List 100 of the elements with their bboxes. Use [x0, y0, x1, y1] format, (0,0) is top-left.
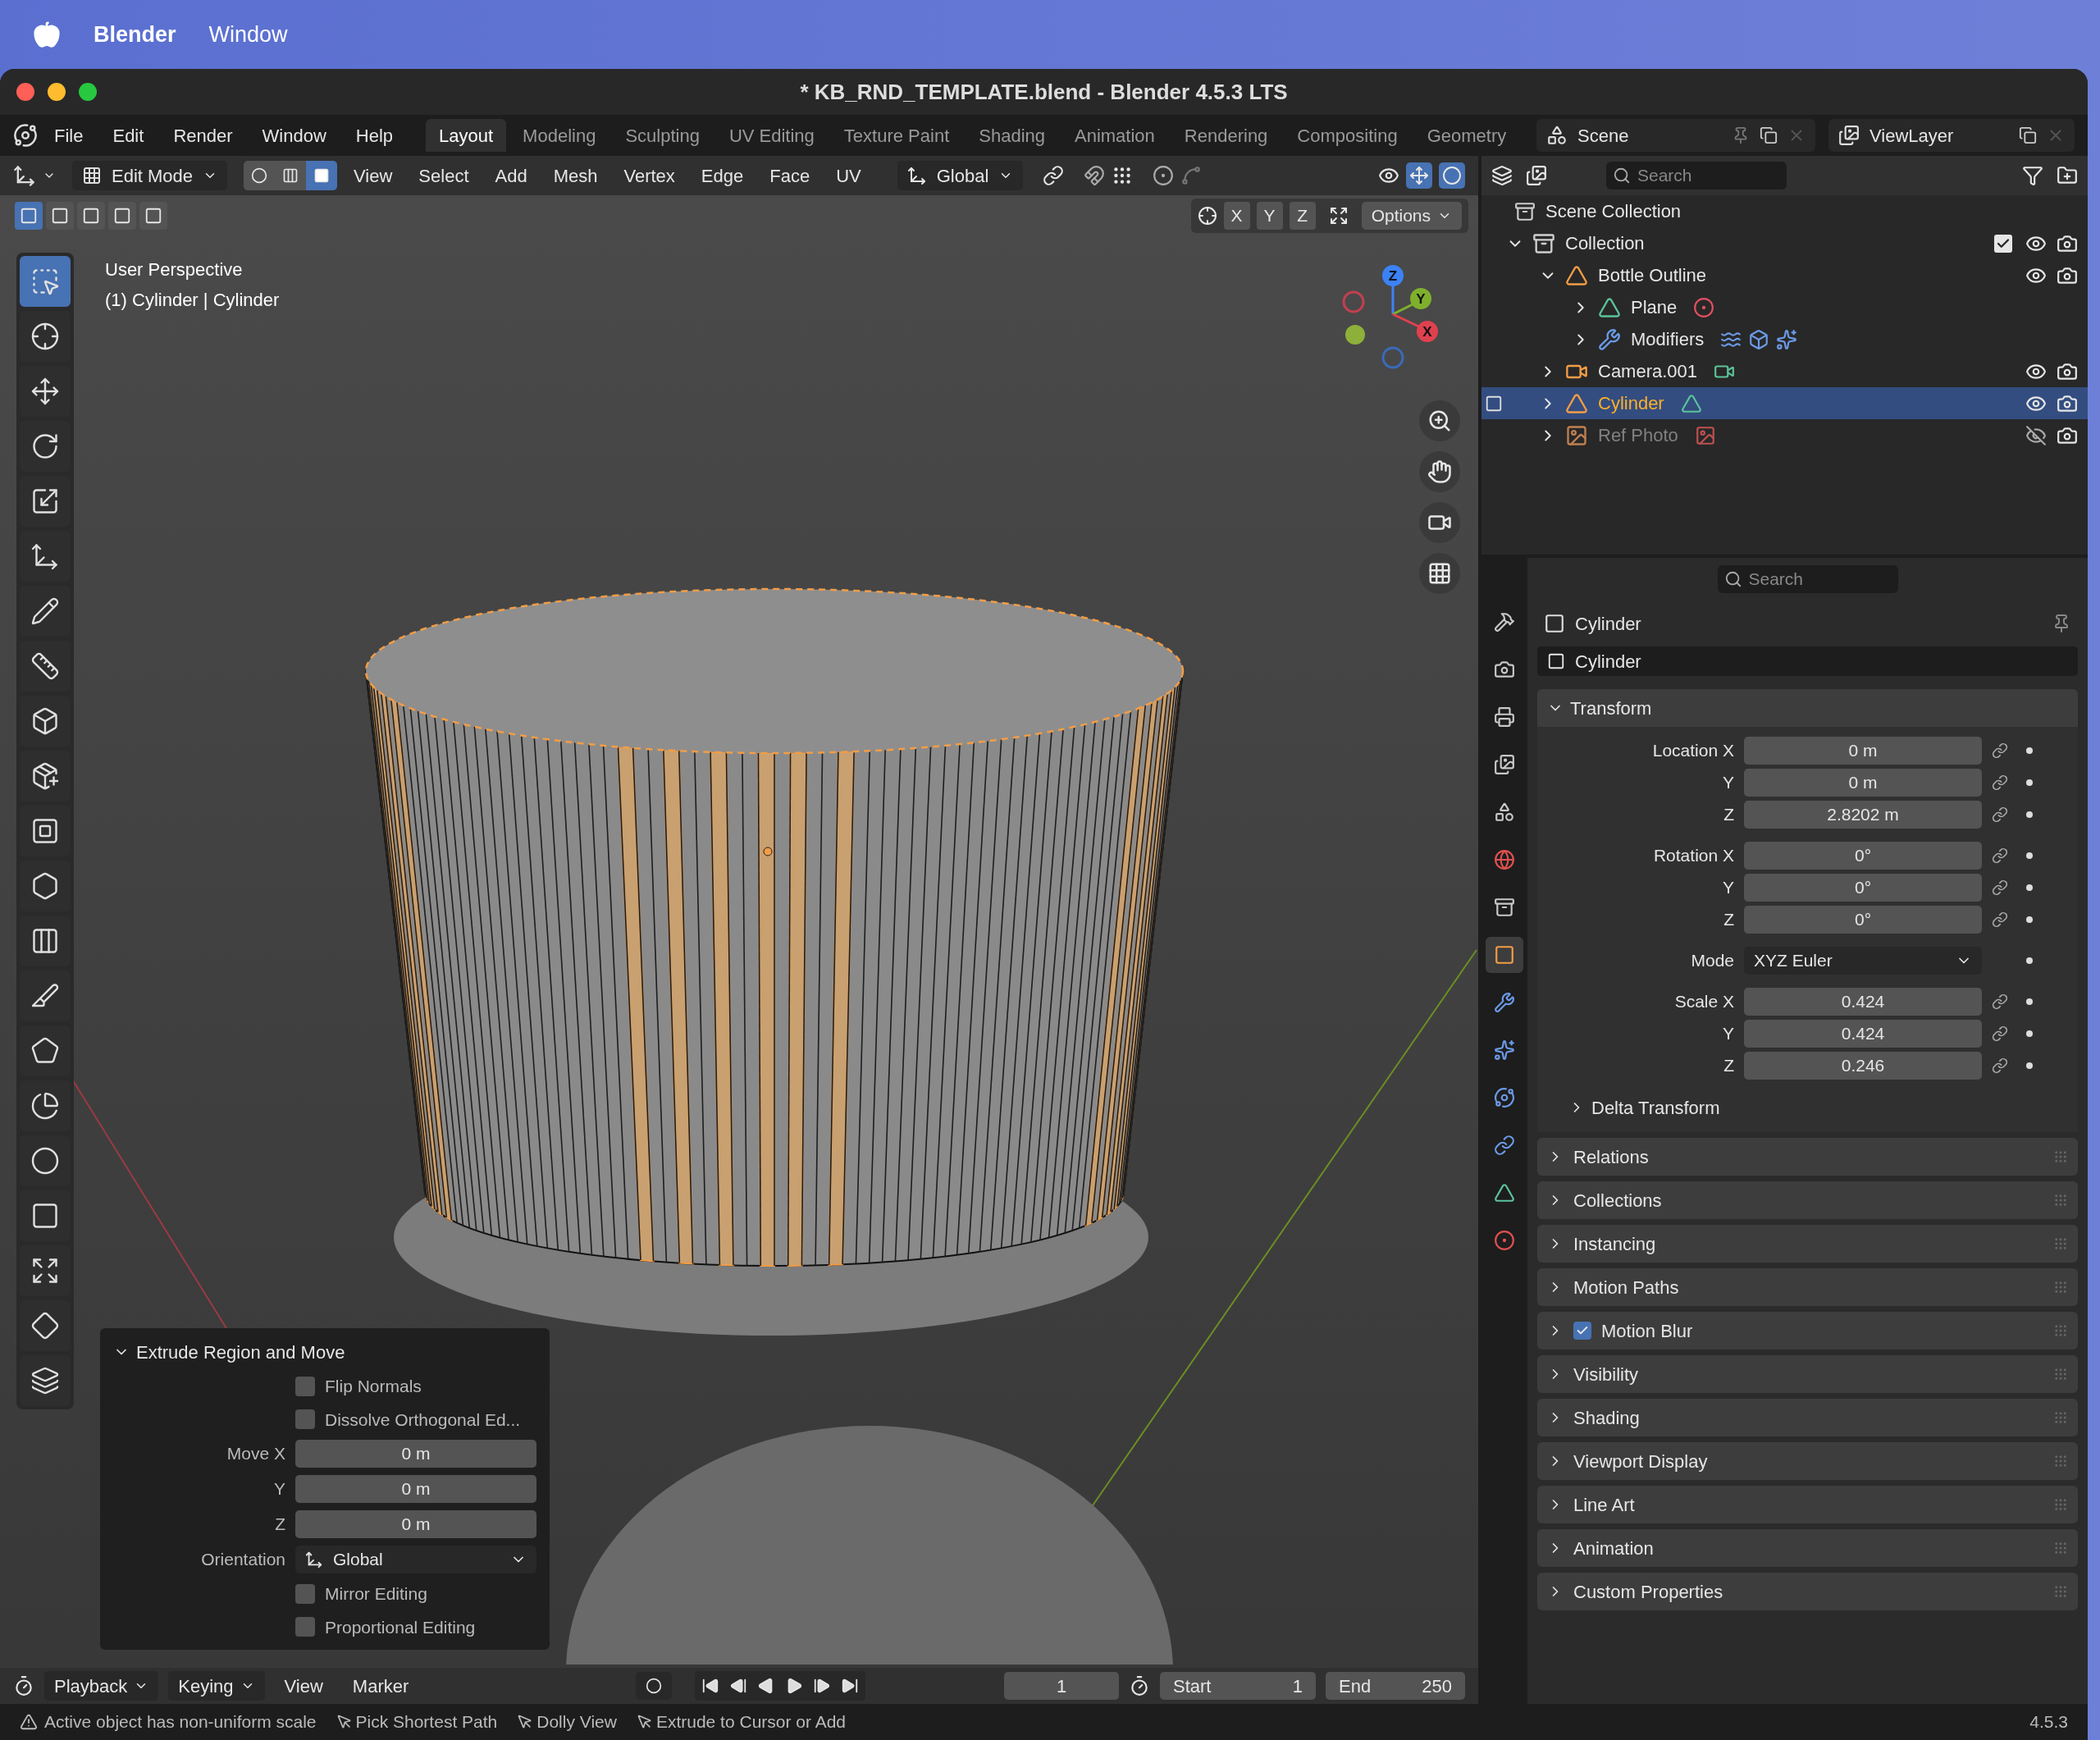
menu-item[interactable]: Edit: [99, 121, 158, 149]
start-frame-field[interactable]: Start 1: [1160, 1672, 1316, 1700]
panel-header[interactable]: Transform: [1537, 689, 2078, 727]
number-field[interactable]: 0 m: [295, 1475, 536, 1503]
field-label: Rotation X: [1653, 845, 1734, 867]
outliner-label: Modifiers: [1631, 328, 1705, 351]
current-frame-field[interactable]: 1: [1004, 1672, 1119, 1700]
menu-item[interactable]: Window: [249, 121, 340, 149]
window-title: * KB_RND_TEMPLATE.blend - Blender 4.5.3 LTS: [800, 78, 1288, 106]
checkbox-label: Flip Normals: [325, 1376, 422, 1397]
menu-item[interactable]: View: [344, 162, 403, 190]
menu-item[interactable]: Add: [485, 162, 537, 190]
menu-item[interactable]: Select: [409, 162, 479, 190]
panel-header[interactable]: Custom Properties: [1537, 1573, 2078, 1610]
app-menu[interactable]: Blender: [94, 17, 176, 52]
workspace-tab[interactable]: Geometry: [1413, 119, 1520, 152]
orientation-dropdown[interactable]: Global: [897, 161, 1024, 190]
mode-dropdown[interactable]: Edit Mode: [72, 161, 228, 190]
search-field[interactable]: Search: [1606, 162, 1787, 190]
menu-item[interactable]: Render: [160, 121, 246, 149]
field-label: Location X: [1652, 740, 1734, 762]
number-field[interactable]: 0°: [1744, 906, 1982, 934]
outliner-row[interactable]: Bottle Outline: [1481, 259, 2088, 291]
workspace-tab[interactable]: Modeling: [509, 119, 609, 152]
end-frame-field[interactable]: End 250: [1326, 1672, 1465, 1700]
number-field[interactable]: 0°: [1744, 842, 1982, 870]
panel-header[interactable]: Relations: [1537, 1138, 2078, 1176]
number-field[interactable]: 0 m: [1744, 769, 1982, 797]
outliner-row[interactable]: Ref Photo: [1481, 419, 2088, 451]
search-field[interactable]: Search: [1717, 565, 1898, 593]
menu-item[interactable]: File: [41, 121, 97, 149]
outliner-row[interactable]: Cylinder: [1481, 387, 2088, 419]
panel-header[interactable]: Viewport Display: [1537, 1442, 2078, 1480]
panel-header[interactable]: Animation: [1537, 1529, 2078, 1567]
panel-header[interactable]: Line Art: [1537, 1486, 2078, 1523]
menu-item[interactable]: Playback: [44, 1671, 159, 1701]
panel-header[interactable]: Shading: [1537, 1399, 2078, 1436]
checkbox-label: Dissolve Orthogonal Ed...: [325, 1409, 521, 1431]
subpanel-header[interactable]: Delta Transform: [1537, 1093, 2078, 1122]
panel-header[interactable]: Motion Blur: [1537, 1312, 2078, 1350]
field-label: Y: [1723, 1023, 1734, 1045]
number-field[interactable]: 2.8202 m: [1744, 801, 1982, 829]
outliner-row[interactable]: Camera.001: [1481, 355, 2088, 387]
outliner-label: Bottle Outline: [1598, 264, 1707, 287]
version-label: 4.5.3: [2029, 1711, 2068, 1733]
panel-header[interactable]: Extrude Region and Move: [113, 1338, 536, 1366]
workspace-tab[interactable]: Layout: [426, 119, 507, 152]
workspace-tab[interactable]: Sculpting: [612, 119, 713, 152]
object-name-field[interactable]: Cylinder: [1537, 646, 2078, 676]
number-field[interactable]: 0.424: [1744, 1020, 1982, 1048]
field-label: Orientation: [201, 1549, 285, 1571]
field-label: Scale X: [1674, 991, 1734, 1013]
workspace-tab[interactable]: Compositing: [1284, 119, 1411, 152]
number-field[interactable]: 0.246: [1744, 1052, 1982, 1080]
menu-item[interactable]: View: [274, 1671, 333, 1701]
number-field[interactable]: 0.424: [1744, 988, 1982, 1016]
workspace-tab[interactable]: Animation: [1061, 119, 1168, 152]
field-label: Move X: [226, 1443, 285, 1465]
workspace-tab[interactable]: Rendering: [1171, 119, 1281, 152]
outliner-label: Plane: [1631, 296, 1678, 319]
outliner-row[interactable]: Modifiers: [1481, 323, 2088, 355]
object-info: (1) Cylinder | Cylinder: [105, 289, 280, 312]
axis-toggle[interactable]: Y: [1256, 202, 1283, 230]
menu-item[interactable]: Mesh: [543, 162, 608, 190]
dropdown-field[interactable]: Global: [295, 1546, 536, 1573]
workspace-tab[interactable]: Texture Paint: [830, 119, 963, 152]
axis-toggle[interactable]: Z: [1289, 202, 1316, 230]
view-name: User Perspective: [105, 258, 244, 281]
outliner-row[interactable]: Plane: [1481, 291, 2088, 323]
menu-item[interactable]: Edge: [691, 162, 754, 190]
outliner-label: Cylinder: [1598, 392, 1664, 415]
workspace-tab[interactable]: UV Editing: [715, 119, 828, 152]
outliner-row[interactable]: Collection: [1481, 227, 2088, 259]
field-label: Y: [274, 1478, 285, 1500]
checkbox-label: Proportional Editing: [325, 1616, 476, 1638]
axis-toggle[interactable]: X: [1223, 202, 1250, 230]
outliner-label: Ref Photo: [1598, 424, 1678, 447]
checkbox-label: Mirror Editing: [325, 1583, 427, 1605]
field-label: Z: [1723, 909, 1734, 931]
menu-item[interactable]: Marker: [342, 1671, 419, 1701]
menu-item[interactable]: Window: [208, 17, 288, 52]
number-field[interactable]: 0 m: [295, 1510, 536, 1538]
navigation-gizmo[interactable]: Z Y X: [1337, 261, 1444, 376]
number-field[interactable]: 0 m: [295, 1440, 536, 1468]
number-field[interactable]: 0°: [1744, 874, 1982, 902]
panel-header[interactable]: Motion Paths: [1537, 1268, 2078, 1306]
field-label: Y: [1723, 772, 1734, 794]
panel-header[interactable]: Collections: [1537, 1181, 2078, 1219]
status-hint: Extrude to Cursor or Add: [655, 1711, 847, 1733]
menu-item[interactable]: Face: [760, 162, 820, 190]
options-dropdown[interactable]: Options: [1361, 202, 1462, 230]
menu-item[interactable]: Keying: [168, 1671, 265, 1701]
panel-header[interactable]: Instancing: [1537, 1225, 2078, 1263]
panel-header[interactable]: Visibility: [1537, 1355, 2078, 1393]
menu-item[interactable]: Vertex: [614, 162, 685, 190]
number-field[interactable]: 0 m: [1744, 737, 1982, 765]
menu-item[interactable]: UV: [826, 162, 871, 190]
workspace-tab[interactable]: Shading: [966, 119, 1058, 152]
dropdown-field[interactable]: XYZ Euler: [1744, 947, 1982, 975]
menu-item[interactable]: Help: [342, 121, 407, 149]
